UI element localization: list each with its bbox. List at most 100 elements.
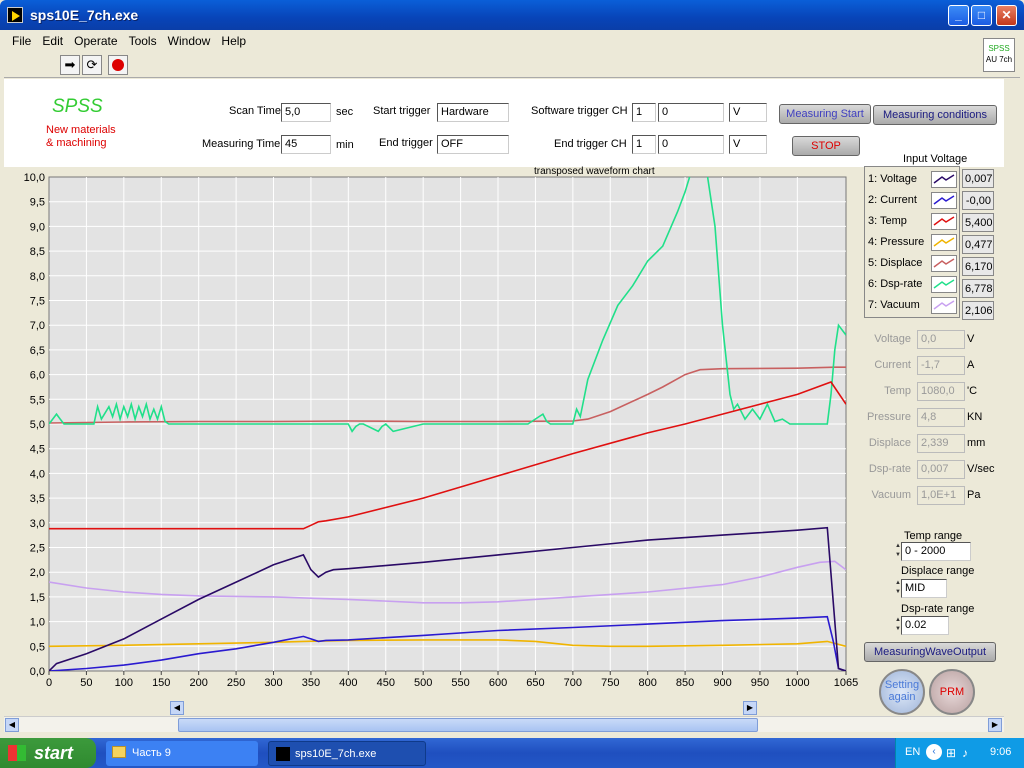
y-tick-label: 3,5 bbox=[30, 493, 45, 505]
y-tick-label: 1,0 bbox=[30, 617, 45, 629]
x-tick-label: 200 bbox=[189, 677, 207, 689]
minimize-button[interactable]: _ bbox=[948, 5, 969, 26]
setting-again-button[interactable]: Setting again bbox=[879, 669, 925, 715]
readout-value: 0,007 bbox=[917, 460, 965, 479]
prm-button[interactable]: PRM bbox=[929, 669, 975, 715]
taskbar-item-folder[interactable]: Часть 9 bbox=[106, 741, 258, 766]
network-icon[interactable]: ⊞ bbox=[946, 746, 956, 760]
legend-item[interactable]: 7: Vacuum bbox=[865, 295, 961, 316]
tray-expand-icon[interactable]: ‹ bbox=[926, 744, 942, 760]
menu-window[interactable]: Window bbox=[168, 30, 211, 52]
menu-edit[interactable]: Edit bbox=[42, 30, 63, 52]
y-tick-label: 2,0 bbox=[30, 567, 45, 579]
scroll-right-icon[interactable]: ▶ bbox=[988, 718, 1002, 732]
logo-title: SPSS bbox=[52, 96, 103, 117]
end-trigger-select[interactable]: OFF bbox=[437, 135, 509, 154]
readout-label: Current bbox=[874, 359, 911, 371]
taskbar-item-app[interactable]: sps10E_7ch.exe bbox=[268, 741, 426, 766]
end-trigger-ch-input[interactable]: 1 bbox=[632, 135, 656, 154]
measuring-time-unit: min bbox=[336, 139, 354, 151]
start-button[interactable]: start bbox=[0, 738, 96, 768]
front-panel: SPSS New materials & machining Scan Time… bbox=[4, 79, 1004, 716]
legend-item[interactable]: 2: Current bbox=[865, 190, 961, 211]
end-trigger-unit-select[interactable]: V bbox=[729, 135, 767, 154]
legend-label: 2: Current bbox=[868, 194, 917, 206]
clock: 9:06 bbox=[990, 746, 1012, 758]
legend-swatch[interactable] bbox=[931, 171, 957, 188]
measuring-conditions-button[interactable]: Measuring conditions bbox=[873, 105, 997, 125]
toolbar: ➡ ⟳ bbox=[4, 52, 1020, 78]
y-tick-label: 2,5 bbox=[30, 543, 45, 555]
x-tick-label: 400 bbox=[339, 677, 357, 689]
y-tick-label: 3,0 bbox=[30, 518, 45, 530]
measuring-time-input[interactable]: 45 bbox=[281, 135, 331, 154]
legend-label: 6: Dsp-rate bbox=[868, 278, 923, 290]
measuring-start-button[interactable]: Measuring Start bbox=[779, 104, 871, 124]
dsprate-range-select[interactable]: 0.02 bbox=[901, 616, 949, 635]
x-tick-label: 500 bbox=[414, 677, 432, 689]
scroll-thumb[interactable] bbox=[178, 718, 758, 732]
legend-swatch[interactable] bbox=[931, 213, 957, 230]
legend-swatch[interactable] bbox=[931, 234, 957, 251]
end-trigger-label: End trigger bbox=[379, 137, 433, 149]
start-trigger-select[interactable]: Hardware bbox=[437, 103, 509, 122]
volume-icon[interactable]: ♪ bbox=[962, 746, 968, 760]
legend-swatch[interactable] bbox=[931, 297, 957, 314]
end-trigger-value-input[interactable]: 0 bbox=[658, 135, 724, 154]
readout-label: Vacuum bbox=[871, 489, 911, 501]
displace-range-select[interactable]: MID bbox=[901, 579, 947, 598]
scan-time-input[interactable]: 5,0 bbox=[281, 103, 331, 122]
menu-operate[interactable]: Operate bbox=[74, 30, 117, 52]
input-voltage-value: 6,170 bbox=[962, 257, 994, 276]
x-tick-label: 100 bbox=[115, 677, 133, 689]
stop-button[interactable]: STOP bbox=[792, 136, 860, 156]
readout-label: Pressure bbox=[866, 411, 911, 423]
menu-file[interactable]: File bbox=[12, 30, 31, 52]
legend-item[interactable]: 3: Temp bbox=[865, 211, 961, 232]
wave-output-button[interactable]: MeasuringWaveOutput bbox=[864, 642, 996, 662]
readout-label: Temp bbox=[884, 385, 911, 397]
displace-range-label: Displace range bbox=[901, 565, 975, 577]
y-tick-label: 4,0 bbox=[30, 468, 45, 480]
legend-item[interactable]: 5: Displace bbox=[865, 253, 961, 274]
legend-swatch[interactable] bbox=[931, 276, 957, 293]
abort-icon[interactable] bbox=[108, 55, 128, 75]
chart-scroll-right-icon[interactable]: ▶ bbox=[743, 701, 757, 715]
menu-bar: File Edit Operate Tools Window Help bbox=[4, 30, 1020, 52]
horizontal-scrollbar[interactable]: ◀ ▶ bbox=[4, 716, 1004, 732]
y-tick-label: 6,0 bbox=[30, 370, 45, 382]
legend-item[interactable]: 1: Voltage bbox=[865, 169, 961, 190]
chart-scroll-left-icon[interactable]: ◀ bbox=[170, 701, 184, 715]
x-tick-label: 150 bbox=[152, 677, 170, 689]
input-voltage-value: 2,106 bbox=[962, 301, 994, 320]
temp-range-select[interactable]: 0 - 2000 bbox=[901, 542, 971, 561]
menu-tools[interactable]: Tools bbox=[129, 30, 157, 52]
legend-swatch[interactable] bbox=[931, 192, 957, 209]
readout-value: 1080,0 bbox=[917, 382, 965, 401]
scan-time-label: Scan Time bbox=[229, 105, 281, 117]
taskbar-item-folder-label: Часть 9 bbox=[132, 747, 171, 759]
scroll-left-icon[interactable]: ◀ bbox=[5, 718, 19, 732]
chart-legend: 1: Voltage 2: Current 3: Temp 4: Pressure 5:… bbox=[864, 166, 960, 318]
y-tick-label: 8,0 bbox=[30, 271, 45, 283]
legend-item[interactable]: 4: Pressure bbox=[865, 232, 961, 253]
y-tick-label: 9,0 bbox=[30, 221, 45, 233]
maximize-button[interactable]: □ bbox=[971, 5, 992, 26]
menu-help[interactable]: Help bbox=[221, 30, 246, 52]
y-tick-label: 0,0 bbox=[30, 666, 45, 678]
close-button[interactable]: ✕ bbox=[996, 5, 1017, 26]
legend-swatch[interactable] bbox=[931, 255, 957, 272]
legend-item[interactable]: 6: Dsp-rate bbox=[865, 274, 961, 295]
language-indicator[interactable]: EN bbox=[905, 746, 920, 758]
sw-trigger-ch-input[interactable]: 1 bbox=[632, 103, 656, 122]
x-tick-label: 650 bbox=[526, 677, 544, 689]
y-tick-label: 7,5 bbox=[30, 296, 45, 308]
input-voltage-value: -0,00 bbox=[962, 191, 994, 210]
run-arrow-icon[interactable]: ➡ bbox=[60, 55, 80, 75]
run-continuous-icon[interactable]: ⟳ bbox=[82, 55, 102, 75]
x-tick-label: 600 bbox=[489, 677, 507, 689]
sw-trigger-unit-select[interactable]: V bbox=[729, 103, 767, 122]
readout-value: 4,8 bbox=[917, 408, 965, 427]
sw-trigger-value-input[interactable]: 0 bbox=[658, 103, 724, 122]
logo-line1: New materials bbox=[46, 124, 116, 136]
